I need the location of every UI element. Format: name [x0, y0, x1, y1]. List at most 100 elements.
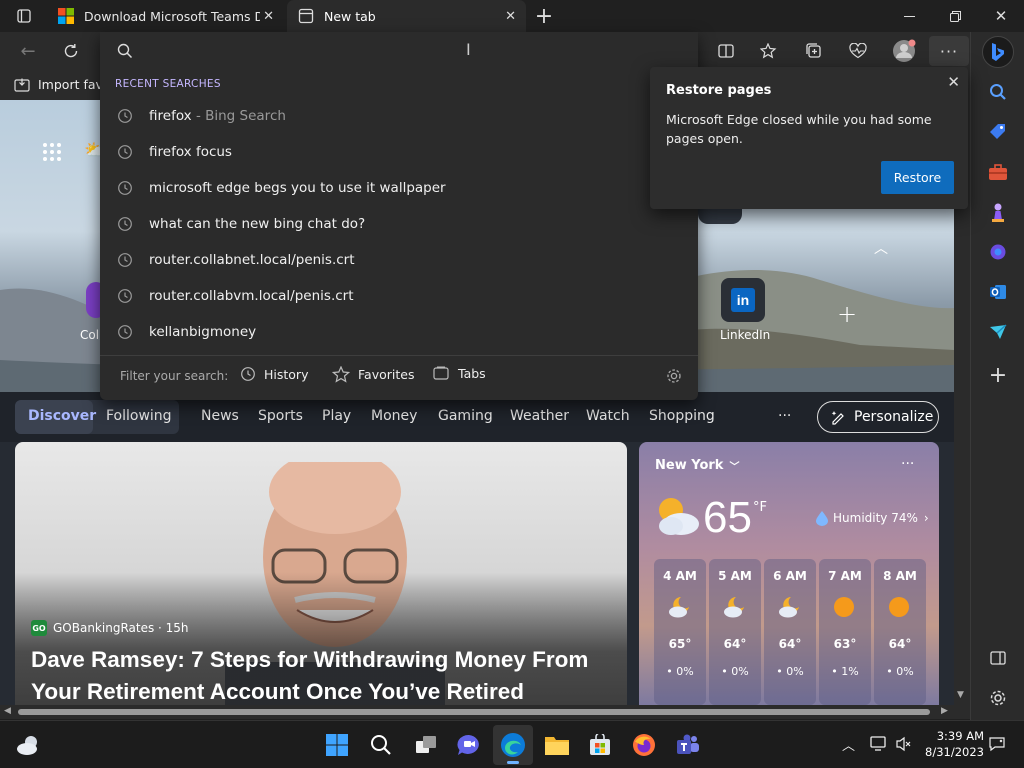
quick-link-linkedin[interactable]: in — [721, 278, 765, 322]
taskbar-edge-button[interactable] — [493, 725, 533, 765]
filter-tabs[interactable]: Tabs — [433, 366, 486, 381]
restore-pages-popup: Restore pages ✕ Microsoft Edge closed wh… — [650, 67, 968, 209]
weather-more-button[interactable]: ··· — [901, 456, 914, 472]
refresh-button[interactable] — [53, 32, 89, 70]
suggestion-item[interactable]: router.collabvm.local/penis.crt — [100, 278, 698, 314]
nav-money[interactable]: Money — [371, 408, 417, 424]
scroll-left-arrow-icon[interactable]: ◀ — [4, 706, 11, 716]
teams-chat-button[interactable] — [449, 725, 489, 765]
suggestion-item[interactable]: firefox focus — [100, 134, 698, 170]
file-explorer-button[interactable] — [537, 725, 577, 765]
firefox-button[interactable] — [624, 725, 664, 765]
filter-history[interactable]: History — [240, 366, 308, 382]
tab-download-teams[interactable]: Download Microsoft Teams Desk ✕ — [48, 0, 286, 32]
sidebar-outlook-button[interactable] — [983, 277, 1013, 307]
nav-more-button[interactable]: ··· — [778, 408, 791, 424]
restore-window-button[interactable] — [932, 0, 978, 32]
hourly-forecast-item[interactable]: 4 AM 65° • 0% — [654, 559, 706, 705]
tab-new-tab[interactable]: New tab ✕ — [287, 0, 526, 32]
address-input[interactable] — [146, 39, 686, 63]
news-card[interactable]: GO GOBankingRates · 15h Dave Ramsey: 7 S… — [15, 442, 627, 705]
nav-shopping[interactable]: Shopping — [649, 408, 715, 424]
settings-and-more-button[interactable]: ··· — [929, 36, 969, 66]
hourly-forecast-item[interactable]: 8 AM 64° • 0% — [874, 559, 926, 705]
search-icon — [117, 43, 133, 59]
minimize-button[interactable] — [886, 0, 932, 32]
back-button[interactable]: ← — [10, 32, 46, 70]
news-source: GO GOBankingRates · 15h — [31, 620, 189, 636]
collapse-chevron-icon[interactable]: ︿ — [874, 238, 888, 258]
filter-favorites[interactable]: Favorites — [332, 366, 414, 383]
suggestion-item[interactable]: kellanbigmoney — [100, 314, 698, 350]
sidebar-shopping-button[interactable] — [983, 117, 1013, 147]
task-view-button[interactable] — [406, 725, 446, 765]
sidebar-add-button[interactable]: + — [983, 360, 1013, 390]
weather-card[interactable]: New York ﹀ ··· 65 °F Humidity 74% › 4 AM… — [639, 442, 939, 705]
sidebar-games-button[interactable] — [983, 197, 1013, 227]
suggestion-item[interactable]: firefox - Bing Search — [100, 98, 698, 134]
nav-news[interactable]: News — [201, 408, 239, 424]
widgets-button[interactable] — [8, 725, 48, 765]
horizontal-scrollbar[interactable]: ◀ ▶ — [0, 705, 970, 719]
hourly-forecast-item[interactable]: 5 AM 64° • 0% — [709, 559, 761, 705]
tab-following[interactable]: Following — [106, 408, 172, 424]
tab-close-icon[interactable]: ✕ — [263, 9, 274, 24]
edge-icon — [501, 733, 525, 757]
bing-icon — [992, 43, 1004, 61]
tab-discover[interactable]: Discover — [15, 400, 96, 434]
sidebar-settings-button[interactable] — [983, 683, 1013, 713]
profile-button[interactable] — [886, 32, 922, 70]
microsoft-store-button[interactable] — [580, 725, 620, 765]
personalize-button[interactable]: Personalize — [817, 401, 939, 433]
suggestion-item[interactable]: what can the new bing chat do? — [100, 206, 698, 242]
split-screen-button[interactable] — [708, 32, 744, 70]
partly-cloudy-night-icon — [779, 597, 799, 618]
news-headline[interactable]: Dave Ramsey: 7 Steps for Withdrawing Mon… — [31, 644, 621, 705]
feed-pill-group: Discover Following — [15, 400, 179, 434]
add-quick-link-button[interactable]: + — [837, 300, 857, 328]
collections-button[interactable] — [796, 32, 832, 70]
browser-essentials-button[interactable] — [840, 32, 876, 70]
teams-button[interactable] — [668, 725, 708, 765]
volume-status[interactable] — [896, 736, 912, 756]
notifications-button[interactable] — [989, 736, 1005, 756]
suggestion-item[interactable]: microsoft edge begs you to use it wallpa… — [100, 170, 698, 206]
horizontal-scroll-thumb[interactable] — [18, 709, 930, 715]
weather-widget-icon — [17, 736, 37, 755]
app-launcher-button[interactable] — [42, 142, 62, 166]
nav-watch[interactable]: Watch — [586, 408, 630, 424]
sidebar-drop-button[interactable] — [983, 317, 1013, 347]
sidebar-tools-button[interactable] — [983, 157, 1013, 187]
restore-button[interactable]: Restore — [881, 161, 954, 194]
address-bar[interactable]: I — [100, 32, 698, 70]
nav-play[interactable]: Play — [322, 408, 351, 424]
tab-close-icon[interactable]: ✕ — [505, 9, 516, 24]
sidebar-copilot-button[interactable] — [983, 237, 1013, 267]
scroll-right-arrow-icon[interactable]: ▶ — [941, 706, 948, 716]
bing-chat-button[interactable] — [982, 36, 1014, 68]
dropdown-settings-button[interactable] — [666, 368, 682, 388]
favorites-button[interactable] — [751, 32, 787, 70]
hour-temperature: 63° — [833, 637, 857, 651]
taskbar-search-button[interactable] — [361, 725, 401, 765]
weather-location[interactable]: New York ﹀ — [655, 458, 739, 473]
sidebar-search-button[interactable] — [983, 77, 1013, 107]
nav-sports[interactable]: Sports — [258, 408, 303, 424]
close-window-button[interactable]: ✕ — [978, 0, 1024, 32]
nav-gaming[interactable]: Gaming — [438, 408, 493, 424]
new-tab-button[interactable]: + — [530, 0, 558, 32]
scroll-down-arrow-icon[interactable]: ▼ — [957, 690, 964, 700]
nav-weather[interactable]: Weather — [510, 408, 569, 424]
start-button[interactable] — [317, 725, 357, 765]
humidity[interactable]: Humidity 74% › — [815, 510, 929, 526]
sidebar-hide-button[interactable] — [983, 643, 1013, 673]
suggestion-item[interactable]: router.collabnet.local/penis.crt — [100, 242, 698, 278]
hourly-forecast-item[interactable]: 6 AM 64° • 0% — [764, 559, 816, 705]
clock[interactable]: 3:39 AM 8/31/2023 — [922, 728, 984, 760]
show-hidden-icons-button[interactable]: ︿ — [842, 735, 855, 754]
network-status[interactable] — [870, 736, 888, 756]
hourly-forecast-item[interactable]: 7 AM 63° • 1% — [819, 559, 871, 705]
tab-actions-button[interactable] — [0, 0, 48, 32]
import-favorites-button[interactable]: Import favo — [14, 77, 111, 92]
restore-popup-close-icon[interactable]: ✕ — [947, 73, 960, 91]
